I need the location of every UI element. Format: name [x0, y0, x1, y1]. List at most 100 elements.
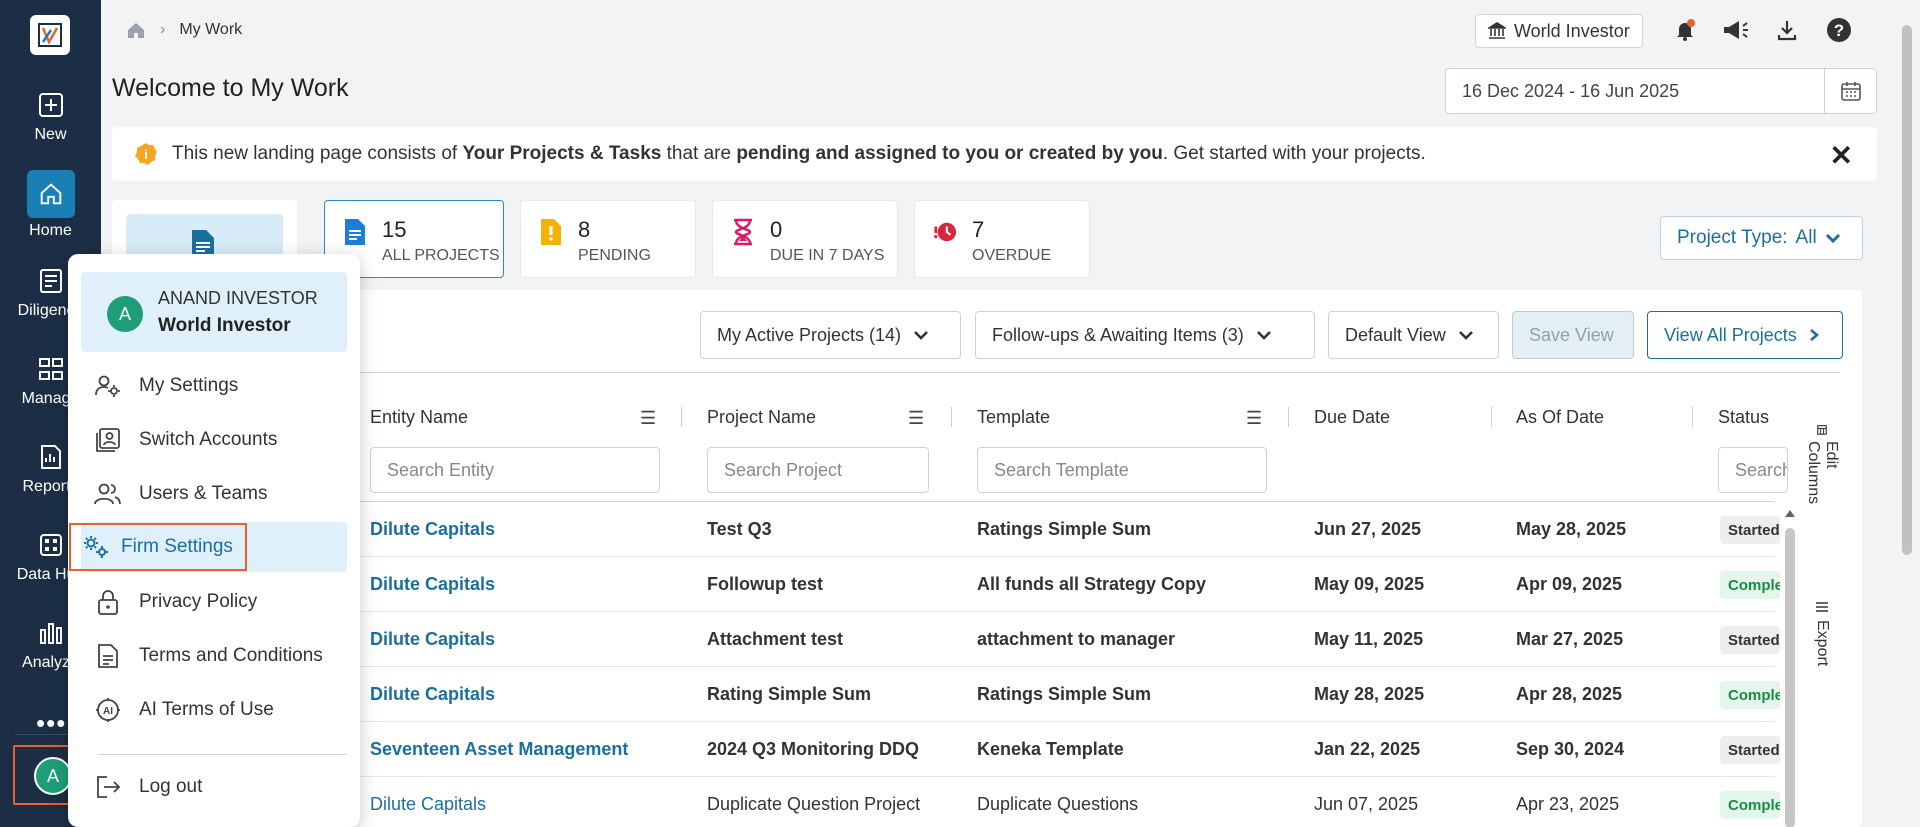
column-divider[interactable] — [1692, 407, 1693, 427]
banner-text: This new landing page consists of — [172, 143, 463, 164]
column-header-entity[interactable]: Entity Name — [370, 407, 468, 428]
scrollbar-thumb[interactable] — [1902, 25, 1912, 555]
diligence-icon — [39, 269, 62, 293]
user-name: ANAND INVESTOR — [158, 288, 318, 308]
export-button[interactable]: Export — [1805, 600, 1839, 666]
stat-label: ALL PROJECTS — [382, 247, 500, 264]
followups-dropdown[interactable]: Follow-ups & Awaiting Items (3) — [975, 311, 1315, 359]
table-row[interactable]: Seventeen Asset Management 2024 Q3 Monit… — [355, 722, 1780, 777]
project-type-dropdown[interactable]: Project Type: All — [1660, 216, 1863, 260]
column-header-due-date[interactable]: Due Date — [1314, 407, 1390, 428]
menu-item-label: Privacy Policy — [139, 591, 258, 612]
account-name: World Investor — [1514, 20, 1630, 41]
divider — [98, 754, 346, 755]
due-date: May 11, 2025 — [1314, 629, 1424, 649]
menu-item-switch-accounts[interactable]: Switch Accounts — [81, 415, 347, 465]
calendar-icon[interactable] — [1824, 69, 1876, 113]
view-all-projects-button[interactable]: View All Projects — [1647, 311, 1843, 359]
menu-item-label: AI Terms of Use — [139, 699, 274, 720]
nav-label: Home — [29, 222, 72, 239]
status-badge: Started — [1720, 736, 1780, 764]
document-icon — [345, 219, 365, 245]
hourglass-icon — [734, 218, 752, 246]
table-scrollbar[interactable] — [1782, 500, 1798, 827]
entity-link[interactable]: Dilute Capitals — [370, 574, 495, 595]
bank-icon — [1488, 22, 1506, 39]
megaphone-icon[interactable] — [1719, 16, 1753, 44]
save-view-button[interactable]: Save View — [1512, 311, 1634, 359]
page-scrollbar[interactable] — [1900, 20, 1914, 820]
firm-settings-highlight[interactable]: Firm Settings — [69, 523, 247, 571]
menu-item-label: Log out — [139, 776, 203, 797]
stat-due-7-days[interactable]: 0 DUE IN 7 DAYS — [712, 200, 898, 278]
table-row[interactable]: Dilute Capitals Test Q3 Ratings Simple S… — [355, 502, 1780, 557]
stat-label: DUE IN 7 DAYS — [770, 247, 885, 264]
account-button[interactable]: World Investor — [1475, 14, 1643, 48]
search-project-input[interactable]: Search Project — [707, 447, 929, 493]
entity-link[interactable]: Seventeen Asset Management — [370, 739, 628, 760]
menu-item-ai-terms[interactable]: AI AI Terms of Use — [81, 685, 347, 735]
template-name: attachment to manager — [977, 629, 1176, 649]
nav-new[interactable]: New — [0, 90, 101, 144]
scroll-up-icon[interactable] — [1782, 506, 1798, 520]
help-icon[interactable]: ? — [1825, 16, 1853, 44]
template-name: Ratings Simple Sum — [977, 684, 1152, 704]
table-row[interactable]: Dilute Capitals Attachment test attachme… — [355, 612, 1780, 667]
notification-bell-icon[interactable] — [1671, 16, 1699, 44]
status-badge: Completed — [1720, 571, 1780, 599]
stat-overdue[interactable]: 7 OVERDUE — [914, 200, 1090, 278]
project-name: 2024 Q3 Monitoring DDQ — [707, 739, 920, 759]
entity-link[interactable]: Dilute Capitals — [370, 794, 486, 815]
column-header-template[interactable]: Template — [977, 407, 1050, 428]
nav-home[interactable]: Home — [0, 170, 101, 240]
menu-item-users-teams[interactable]: Users & Teams — [81, 469, 347, 519]
home-icon[interactable] — [126, 20, 146, 40]
status-badge: Completed — [1720, 681, 1780, 709]
column-menu-icon[interactable]: ☰ — [1246, 408, 1262, 429]
column-menu-icon[interactable]: ☰ — [640, 408, 656, 429]
top-bar: › My Work World Investor ? — [101, 0, 1920, 60]
menu-item-my-settings[interactable]: My Settings — [81, 361, 347, 411]
menu-item-logout[interactable]: Log out — [81, 762, 347, 812]
app-logo[interactable] — [30, 15, 70, 55]
profile-card: A ANAND INVESTOR World Investor — [81, 272, 347, 352]
active-projects-dropdown[interactable]: My Active Projects (14) — [700, 311, 961, 359]
menu-item-firm-settings[interactable]: Firm Settings — [69, 522, 347, 572]
button-label: Save View — [1529, 324, 1614, 345]
overdue-clock-icon — [934, 222, 957, 242]
switch-accounts-icon — [93, 426, 123, 454]
column-menu-icon[interactable]: ☰ — [908, 408, 924, 429]
menu-item-terms[interactable]: Terms and Conditions — [81, 631, 347, 681]
column-divider[interactable] — [1288, 407, 1289, 427]
entity-link[interactable]: Dilute Capitals — [370, 519, 495, 540]
column-divider[interactable] — [1491, 407, 1492, 427]
scrollbar-thumb[interactable] — [1785, 528, 1795, 827]
column-header-project[interactable]: Project Name — [707, 407, 816, 428]
table-row[interactable]: Dilute Capitals Duplicate Question Proje… — [355, 777, 1780, 827]
edit-columns-button[interactable]: Edit Columns — [1805, 425, 1840, 508]
column-divider[interactable] — [681, 407, 682, 427]
table-row[interactable]: Dilute Capitals Followup test All funds … — [355, 557, 1780, 612]
search-template-input[interactable]: Search Template — [977, 447, 1267, 493]
status-badge: Started — [1720, 516, 1780, 544]
chevron-right-icon — [1809, 329, 1819, 341]
download-icon[interactable] — [1773, 16, 1801, 44]
column-header-status[interactable]: Status — [1718, 407, 1769, 428]
banner-bold-text: Your Projects & Tasks — [462, 143, 662, 164]
entity-link[interactable]: Dilute Capitals — [370, 629, 495, 650]
pending-document-icon — [541, 219, 561, 245]
search-entity-input[interactable]: Search Entity — [370, 447, 660, 493]
entity-link[interactable]: Dilute Capitals — [370, 684, 495, 705]
column-header-as-of-date[interactable]: As Of Date — [1516, 407, 1604, 428]
banner-text: that are — [661, 143, 737, 164]
chevron-down-icon — [1825, 233, 1840, 244]
menu-item-privacy-policy[interactable]: Privacy Policy — [81, 577, 347, 627]
stat-pending[interactable]: 8 PENDING — [520, 200, 696, 278]
table-row[interactable]: Dilute Capitals Rating Simple Sum Rating… — [355, 667, 1780, 722]
date-range-picker[interactable]: 16 Dec 2024 - 16 Jun 2025 — [1445, 68, 1877, 114]
chevron-down-icon — [1256, 331, 1271, 340]
view-dropdown[interactable]: Default View — [1328, 311, 1499, 359]
search-status-input[interactable]: Search Status — [1718, 447, 1788, 493]
close-icon[interactable]: ✕ — [1830, 139, 1853, 172]
column-divider[interactable] — [951, 407, 952, 427]
